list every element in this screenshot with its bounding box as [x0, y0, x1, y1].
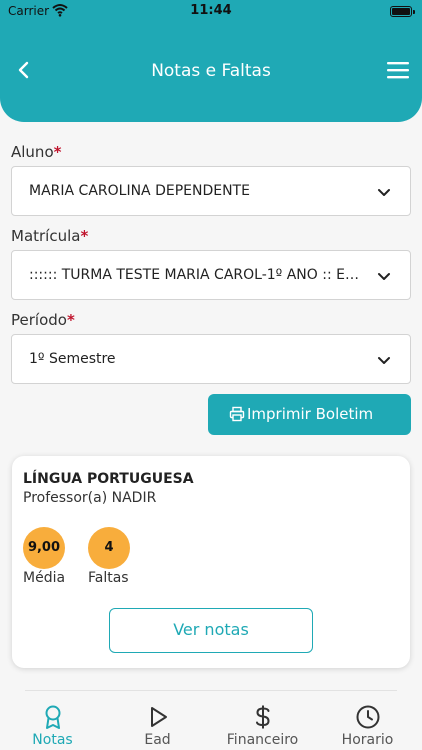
clock-icon — [356, 705, 379, 729]
aluno-select[interactable]: MARIA CAROLINA DEPENDENTE — [11, 166, 411, 216]
matricula-label-text: Matrícula — [11, 227, 81, 245]
required-mark: * — [53, 143, 62, 161]
periodo-select[interactable]: 1º Semestre — [11, 334, 411, 384]
tab-financeiro[interactable]: Financeiro — [210, 694, 315, 750]
tab-horario[interactable]: Horario — [315, 694, 420, 750]
media-label: Média — [23, 570, 66, 586]
faltas-badge: 4 — [88, 527, 130, 569]
subject-card: LÍNGUA PORTUGUESA Professor(a) NADIR 9,0… — [12, 456, 410, 668]
tab-label: Ead — [144, 732, 171, 748]
periodo-label: Período* — [11, 311, 75, 329]
print-report-label: Imprimir Boletim — [247, 405, 374, 423]
aluno-label-text: Aluno — [11, 143, 54, 161]
chevron-down-icon — [378, 357, 390, 364]
divider — [25, 690, 397, 691]
teacher-name: Professor(a) NADIR — [23, 490, 157, 506]
tab-label: Notas — [32, 732, 73, 748]
periodo-select-value: 1º Semestre — [29, 351, 116, 367]
tab-ead[interactable]: Ead — [105, 694, 210, 750]
clock-time: 11:44 — [190, 3, 232, 18]
periodo-label-text: Período — [11, 311, 67, 329]
status-bar: Carrier 11:44 — [0, 0, 422, 24]
ver-notas-button[interactable]: Ver notas — [109, 608, 313, 653]
chevron-down-icon — [378, 189, 390, 196]
media-badge: 9,00 — [23, 527, 65, 569]
aluno-label: Aluno* — [11, 143, 61, 161]
hamburger-menu-icon[interactable] — [386, 60, 410, 80]
battery-icon — [390, 6, 415, 17]
matricula-select[interactable]: :::::: TURMA TESTE MARIA CAROL-1º ANO ::… — [11, 250, 411, 300]
printer-icon — [229, 406, 245, 422]
chevron-down-icon — [378, 273, 390, 280]
faltas-label: Faltas — [88, 570, 129, 586]
print-report-button[interactable]: Imprimir Boletim — [208, 394, 411, 435]
page-title: Notas e Faltas — [151, 61, 271, 81]
subject-name: LÍNGUA PORTUGUESA — [23, 471, 194, 487]
play-icon — [150, 707, 167, 727]
dollar-icon — [255, 705, 270, 729]
award-icon — [45, 705, 60, 729]
matricula-select-value: :::::: TURMA TESTE MARIA CAROL-1º ANO ::… — [29, 267, 369, 283]
aluno-select-value: MARIA CAROLINA DEPENDENTE — [29, 183, 250, 199]
required-mark: * — [80, 227, 89, 245]
tab-notas[interactable]: Notas — [0, 694, 105, 750]
required-mark: * — [66, 311, 75, 329]
bottom-tab-bar: Notas Ead Financeiro Horario — [0, 694, 422, 750]
matricula-label: Matrícula* — [11, 227, 88, 245]
tab-label: Financeiro — [226, 732, 299, 748]
tab-label: Horario — [341, 732, 394, 748]
app-header: Notas e Faltas — [0, 24, 422, 122]
